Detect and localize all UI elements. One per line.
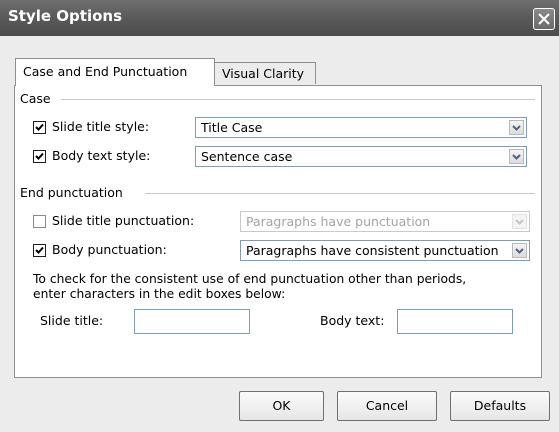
slide-title-punctuation-select: Paragraphs have punctuation [240, 211, 530, 232]
end-punctuation-group-heading: End punctuation [20, 185, 123, 200]
end-punctuation-description-line-1: To check for the consistent use of end p… [33, 272, 467, 286]
body-text-style-select[interactable]: Sentence case [195, 146, 527, 167]
body-text-style-checkbox[interactable] [33, 150, 46, 163]
slide-title-punctuation-label: Slide title punctuation: [52, 213, 195, 228]
cancel-button[interactable]: Cancel [337, 391, 437, 421]
case-group-heading: Case [20, 91, 51, 106]
dialog-body: Case and End Punctuation Visual Clarity … [6, 36, 553, 432]
title-bar: Style Options [0, 0, 559, 36]
defaults-button[interactable]: Defaults [450, 391, 550, 421]
slide-title-style-label: Slide title style: [52, 119, 150, 134]
select-value: Title Case [201, 120, 263, 135]
close-icon [538, 13, 550, 25]
body-text-chars-input[interactable] [397, 309, 513, 334]
dropdown-button[interactable] [509, 120, 524, 135]
case-group-divider [61, 99, 535, 100]
slide-title-chars-input[interactable] [134, 309, 250, 334]
end-punctuation-group-divider [145, 193, 535, 194]
body-text-style-label: Body text style: [52, 148, 151, 163]
chevron-down-icon [515, 219, 524, 225]
tab-case-and-end-punctuation[interactable]: Case and End Punctuation [15, 58, 215, 86]
slide-title-style-checkbox[interactable] [33, 121, 46, 134]
dropdown-button[interactable] [509, 149, 524, 164]
select-value: Paragraphs have consistent punctuation [246, 243, 499, 258]
slide-title-punctuation-checkbox[interactable] [33, 215, 46, 228]
slide-title-chars-label: Slide title: [40, 313, 104, 328]
slide-title-style-select[interactable]: Title Case [195, 117, 527, 138]
select-value: Paragraphs have punctuation [246, 214, 431, 229]
tab-label: Visual Clarity [222, 66, 305, 81]
checkmark-icon [35, 152, 44, 160]
chevron-down-icon [512, 154, 521, 160]
body-punctuation-label: Body punctuation: [52, 242, 167, 257]
ok-button[interactable]: OK [239, 391, 324, 421]
dropdown-button [512, 214, 527, 229]
chevron-down-icon [515, 248, 524, 254]
tab-visual-clarity[interactable]: Visual Clarity [214, 62, 316, 84]
checkmark-icon [35, 246, 44, 254]
body-punctuation-select[interactable]: Paragraphs have consistent punctuation [240, 240, 530, 261]
close-button[interactable] [533, 8, 555, 30]
chevron-down-icon [512, 125, 521, 131]
select-value: Sentence case [201, 149, 293, 164]
tab-label: Case and End Punctuation [23, 64, 188, 79]
window-title: Style Options [8, 7, 123, 25]
end-punctuation-description-line-2: enter characters in the edit boxes below… [33, 287, 286, 301]
checkmark-icon [35, 123, 44, 131]
dropdown-button[interactable] [512, 243, 527, 258]
tab-panel: Case Slide title style: Title Case Body … [14, 85, 542, 378]
body-text-chars-label: Body text: [320, 313, 385, 328]
body-punctuation-checkbox[interactable] [33, 244, 46, 257]
